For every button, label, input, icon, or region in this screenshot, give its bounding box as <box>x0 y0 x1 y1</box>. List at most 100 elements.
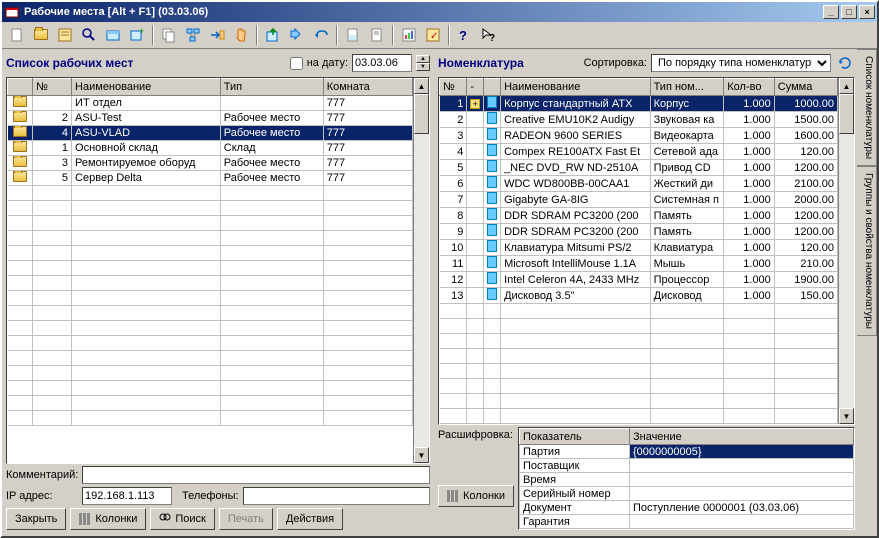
close-button[interactable]: × <box>859 5 875 19</box>
table-row[interactable]: 11Microsoft IntelliMouse 1.1AМышь1.00021… <box>440 256 838 272</box>
rcol-qty[interactable]: Кол-во <box>724 79 775 96</box>
table-row[interactable]: 12Intel Celeron 4A, 2433 MHzПроцессор1.0… <box>440 272 838 288</box>
phone-input[interactable] <box>243 487 430 505</box>
tool-report-icon[interactable] <box>398 24 420 46</box>
ip-label: IP адрес: <box>6 490 78 502</box>
tool-open-icon[interactable] <box>30 24 52 46</box>
rcol-name[interactable]: Наименование <box>501 79 651 96</box>
detail-row[interactable]: Поставщик <box>519 459 853 473</box>
detail-row[interactable]: Гарантия <box>519 515 853 529</box>
tool-hand-icon[interactable] <box>230 24 252 46</box>
minimize-button[interactable]: _ <box>823 5 839 19</box>
right-columns-button[interactable]: Колонки <box>438 485 514 507</box>
tool-settings-icon[interactable]: ✓ <box>422 24 444 46</box>
dcol-value[interactable]: Значение <box>629 429 853 445</box>
tool-move-icon[interactable] <box>206 24 228 46</box>
rcol-sum[interactable]: Сумма <box>774 79 837 96</box>
col-icon[interactable] <box>8 79 33 96</box>
tool-tree-icon[interactable] <box>182 24 204 46</box>
folder-icon <box>13 111 27 122</box>
workplaces-grid[interactable]: № Наименование Тип Комната ИТ отдел7772A… <box>7 78 413 463</box>
date-checkbox[interactable] <box>290 57 303 70</box>
table-row[interactable]: ИТ отдел777 <box>8 96 413 111</box>
tool-filter-icon[interactable] <box>102 24 124 46</box>
table-row[interactable]: 5Сервер DeltaРабочее место777 <box>8 171 413 186</box>
doc-icon <box>487 112 497 124</box>
svg-text:+: + <box>139 27 144 36</box>
date-input[interactable] <box>352 54 412 72</box>
detail-row[interactable]: Партия{0000000005} <box>519 445 853 459</box>
col-num[interactable]: № <box>33 79 72 96</box>
detail-grid[interactable]: Показатель Значение Партия{0000000005}По… <box>518 427 855 530</box>
svg-text:✓: ✓ <box>430 31 438 42</box>
tool-import-icon[interactable] <box>286 24 308 46</box>
print-button[interactable]: Печать <box>219 508 273 530</box>
table-row[interactable]: 10Клавиатура Mitsumi PS/2Клавиатура1.000… <box>440 240 838 256</box>
rcol-type[interactable]: Тип ном... <box>650 79 724 96</box>
left-scrollbar[interactable]: ▲ ▼ <box>413 78 429 463</box>
columns-button[interactable]: Колонки <box>70 508 146 530</box>
table-row[interactable]: 1+Корпус стандартный ATXКорпус1.0001000.… <box>440 96 838 112</box>
rcol-icon[interactable] <box>484 79 501 96</box>
tool-add-icon[interactable]: + <box>126 24 148 46</box>
doc-icon <box>487 224 497 236</box>
table-row[interactable]: 13Дисковод 3.5''Дисковод1.000150.00 <box>440 288 838 304</box>
phone-label: Телефоны: <box>182 490 239 502</box>
date-checkbox-label: на дату: <box>307 57 348 69</box>
tool-export-icon[interactable] <box>262 24 284 46</box>
tool-doc2-icon[interactable] <box>366 24 388 46</box>
ip-input[interactable] <box>82 487 172 505</box>
side-tab-list[interactable]: Список номенклатуры <box>857 49 877 166</box>
tool-whatsthis-icon[interactable]: ? <box>478 24 500 46</box>
date-spin-down[interactable]: ▼ <box>416 63 430 71</box>
table-row[interactable]: 4Compex RE100ATX Fast EtСетевой ада1.000… <box>440 144 838 160</box>
doc-icon <box>487 144 497 156</box>
right-scrollbar[interactable]: ▲ ▼ <box>838 78 854 424</box>
detail-row[interactable]: Время <box>519 473 853 487</box>
tool-search-icon[interactable] <box>78 24 100 46</box>
table-row[interactable]: 9DDR SDRAM PC3200 (200Память1.0001200.00 <box>440 224 838 240</box>
doc-icon <box>487 288 497 300</box>
actions-button[interactable]: Действия <box>277 508 343 530</box>
nomenclature-grid[interactable]: № - Наименование Тип ном... Кол-во Сумма… <box>439 78 838 424</box>
table-row[interactable]: 4ASU-VLADРабочее место777 <box>8 126 413 141</box>
comment-input[interactable] <box>82 466 430 484</box>
table-row[interactable]: 3RADEON 9600 SERIESВидеокарта1.0001600.0… <box>440 128 838 144</box>
folder-icon <box>13 156 27 167</box>
sort-select[interactable]: По порядку типа номенклатуры <box>651 54 831 72</box>
table-row[interactable]: 2ASU-TestРабочее место777 <box>8 111 413 126</box>
folder-icon <box>13 96 27 107</box>
folder-icon <box>13 141 27 152</box>
table-row[interactable]: 8DDR SDRAM PC3200 (200Память1.0001200.00 <box>440 208 838 224</box>
tool-help-icon[interactable]: ? <box>454 24 476 46</box>
dcol-indicator[interactable]: Показатель <box>519 429 629 445</box>
date-spin-up[interactable]: ▲ <box>416 55 430 63</box>
rcol-dash[interactable]: - <box>467 79 484 96</box>
table-row[interactable]: 3Ремонтируемое оборудРабочее место777 <box>8 156 413 171</box>
tool-new-icon[interactable] <box>6 24 28 46</box>
close-button[interactable]: Закрыть <box>6 508 66 530</box>
tool-doc1-icon[interactable] <box>342 24 364 46</box>
search-button[interactable]: Поиск <box>150 508 214 530</box>
side-tab-groups[interactable]: Группы и свойства номенклатуры <box>857 166 877 336</box>
table-row[interactable]: 7Gigabyte GA-8IGСистемная п1.0002000.00 <box>440 192 838 208</box>
comment-label: Комментарий: <box>6 469 78 481</box>
maximize-button[interactable]: □ <box>841 5 857 19</box>
table-row[interactable]: 5_NEC DVD_RW ND-2510AПривод CD1.0001200.… <box>440 160 838 176</box>
detail-row[interactable]: Серийный номер <box>519 487 853 501</box>
table-row[interactable]: 2Creative EMU10K2 AudigyЗвуковая ка1.000… <box>440 112 838 128</box>
doc-icon <box>487 272 497 284</box>
col-type[interactable]: Тип <box>220 79 323 96</box>
tool-copy-icon[interactable] <box>158 24 180 46</box>
col-room[interactable]: Комната <box>323 79 412 96</box>
right-pane-title: Номенклатура <box>438 56 524 70</box>
detail-row[interactable]: ДокументПоступление 0000001 (03.03.06) <box>519 501 853 515</box>
col-name[interactable]: Наименование <box>72 79 221 96</box>
rcol-num[interactable]: № <box>440 79 467 96</box>
refresh-icon[interactable] <box>835 53 855 73</box>
doc-icon <box>487 208 497 220</box>
tool-undo-icon[interactable] <box>310 24 332 46</box>
table-row[interactable]: 1Основной складСклад777 <box>8 141 413 156</box>
table-row[interactable]: 6WDC WD800BB-00CAA1Жесткий ди1.0002100.0… <box>440 176 838 192</box>
tool-props-icon[interactable] <box>54 24 76 46</box>
